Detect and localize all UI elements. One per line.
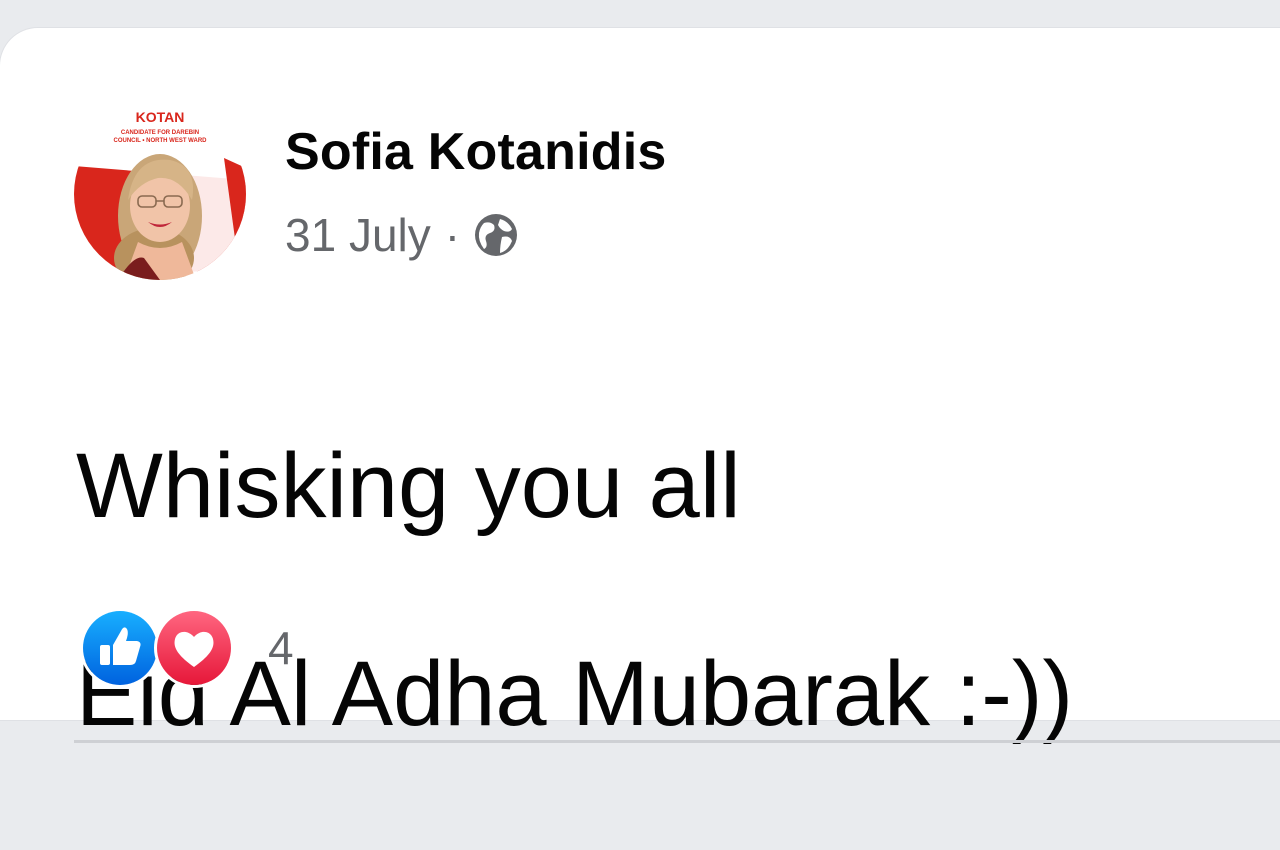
avatar[interactable]: KOTAN CANDIDATE FOR DAREBIN COUNCIL • NO… [74,108,246,280]
avatar-image: KOTAN CANDIDATE FOR DAREBIN COUNCIL • NO… [74,108,246,280]
post-text: Whisking you all Eid Al Adha Mubarak :-)… [76,330,1073,850]
post-meta: 31 July · [285,208,522,262]
reactions-summary[interactable]: 4 [80,608,294,688]
avatar-banner-line2: COUNCIL • NORTH WEST WARD [114,138,208,144]
avatar-banner-line1: CANDIDATE FOR DAREBIN [121,130,199,136]
globe-icon[interactable] [470,209,522,261]
meta-separator: · [444,209,461,261]
post-card: KOTAN CANDIDATE FOR DAREBIN COUNCIL • NO… [0,28,1280,745]
like-icon [80,608,160,688]
reaction-count[interactable]: 4 [268,621,294,675]
author-name[interactable]: Sofia Kotanidis [285,122,666,182]
avatar-banner-top: KOTAN [136,109,185,125]
divider [74,740,1280,743]
post-text-line-1: Whisking you all [76,435,741,537]
love-icon [154,608,234,688]
post-date[interactable]: 31 July [285,208,431,262]
